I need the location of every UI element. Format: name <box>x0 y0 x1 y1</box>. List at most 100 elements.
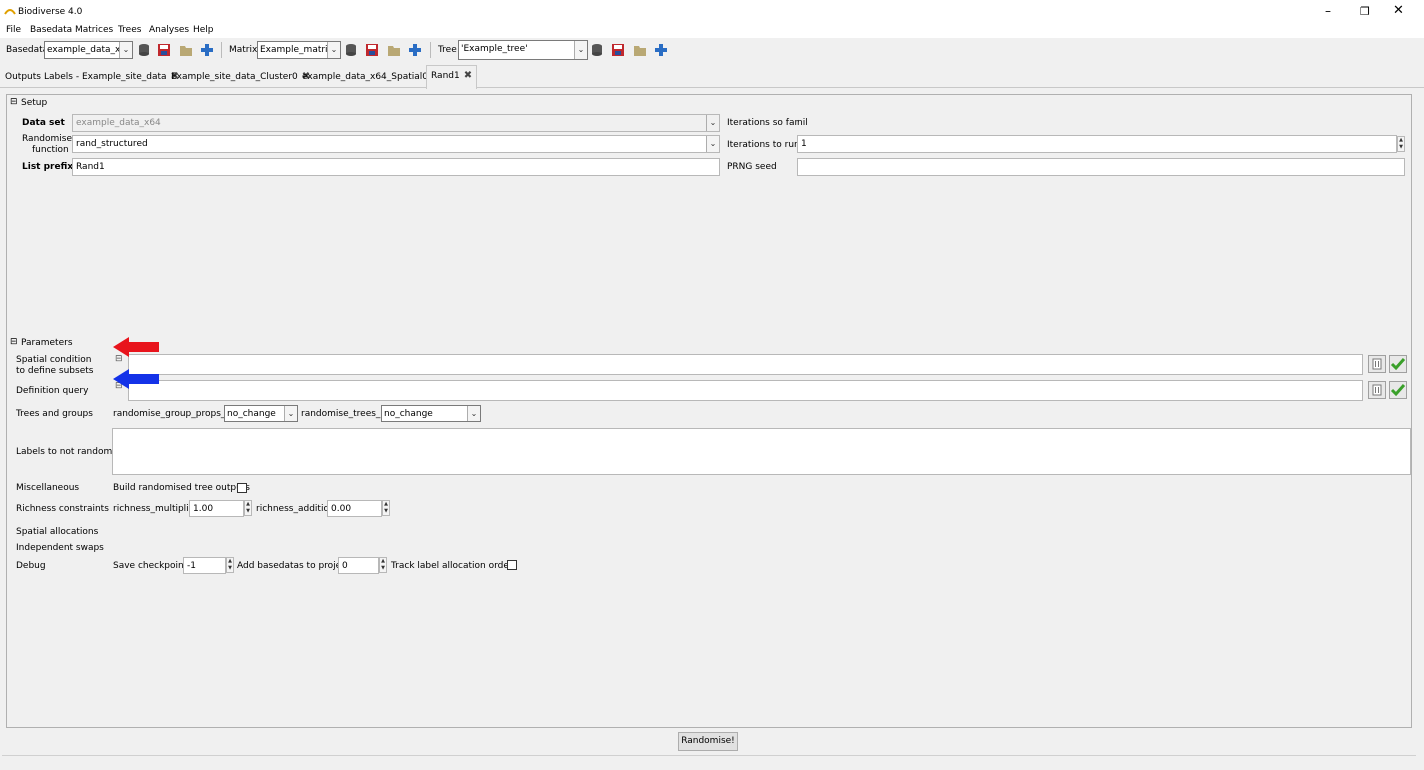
build-randomised-tree-outputs-checkbox[interactable] <box>237 483 247 493</box>
title-bar: Biodiverse 4.0 – ❐ ✕ <box>0 0 1424 22</box>
checkmark-icon <box>1390 358 1406 371</box>
setup-section-label: Setup <box>21 98 48 108</box>
randomise-trees-by-value: no_change <box>384 409 433 419</box>
iterations-to-run-value: 1 <box>801 139 807 149</box>
add-basedatas-stepper[interactable]: ▲ ▼ <box>379 557 387 573</box>
chevron-down-icon: ⌄ <box>574 41 587 59</box>
add-icon[interactable] <box>654 43 668 57</box>
save-checkpoints-value: -1 <box>187 561 196 571</box>
definition-query-verify-button[interactable] <box>1389 381 1407 399</box>
save-icon[interactable] <box>157 43 171 57</box>
list-prefix-input[interactable]: Rand1 <box>72 158 720 176</box>
richness-multiplier-value: 1.00 <box>193 504 214 514</box>
tab-label: Example_site_data_Cluster0 <box>171 72 298 82</box>
iterations-to-run-stepper[interactable]: ▲ ▼ <box>1397 136 1405 152</box>
menu-matrices[interactable]: Matrices <box>75 25 113 35</box>
menu-basedata[interactable]: Basedata <box>30 25 72 35</box>
close-tab-icon[interactable]: ✖ <box>464 70 472 81</box>
debug-label: Debug <box>16 561 46 571</box>
close-window-button[interactable]: ✕ <box>1393 3 1404 18</box>
definition-query-options-button[interactable] <box>1368 381 1386 399</box>
add-basedatas-value: 0 <box>342 561 348 571</box>
add-icon[interactable] <box>408 43 422 57</box>
spatial-allocations-label[interactable]: Spatial allocations <box>16 527 98 537</box>
track-label-allocation-checkbox[interactable] <box>507 560 517 570</box>
iterations-so-far-label: Iterations so far <box>727 118 799 128</box>
add-basedatas-label: Add basedatas to project <box>237 561 350 571</box>
database-icon[interactable] <box>344 43 358 57</box>
menu-file[interactable]: File <box>6 25 21 35</box>
chevron-down-icon: ⌄ <box>284 406 297 421</box>
save-checkpoints-input[interactable]: -1 <box>183 557 226 574</box>
track-label-allocation-label: Track label allocation order? <box>391 561 518 571</box>
labels-not-randomise-label: Labels to not randomise <box>16 447 125 457</box>
randomise-button[interactable]: Randomise! <box>678 732 738 751</box>
blue-arrow-annotation-icon <box>113 369 159 389</box>
save-icon[interactable] <box>365 43 379 57</box>
window-title: Biodiverse 4.0 <box>18 7 83 17</box>
randomise-trees-by-label: randomise_trees_by <box>301 409 392 419</box>
tab-outputs[interactable]: Outputs <box>1 67 45 87</box>
tab-example-site-data-cluster0[interactable]: Example_site_data_Cluster0 ✖ <box>167 67 314 87</box>
spatial-condition-label-1: Spatial condition <box>16 355 92 365</box>
iterations-to-run-label: Iterations to run <box>727 140 800 150</box>
richness-addition-input[interactable]: 0.00 <box>327 500 382 517</box>
list-prefix-value: Rand1 <box>76 162 105 172</box>
richness-addition-value: 0.00 <box>331 504 352 514</box>
add-icon[interactable] <box>200 43 214 57</box>
iterations-to-run-input[interactable]: 1 <box>797 135 1397 153</box>
options-icon <box>1372 358 1382 370</box>
folder-open-icon[interactable] <box>179 43 193 57</box>
folder-open-icon[interactable] <box>387 43 401 57</box>
randomise-group-props-by-select[interactable]: no_change ⌄ <box>224 405 298 422</box>
labels-not-randomise-textarea[interactable] <box>112 428 1411 475</box>
database-icon[interactable] <box>137 43 151 57</box>
richness-addition-stepper[interactable]: ▲ ▼ <box>382 500 390 516</box>
iterations-so-far-value: nil <box>797 118 808 128</box>
matrix-label: Matrix <box>229 45 258 55</box>
spatial-condition-options-button[interactable] <box>1368 355 1386 373</box>
tree-label: Tree <box>438 45 457 55</box>
toolbar-separator <box>430 42 431 58</box>
definition-query-input[interactable] <box>128 380 1363 401</box>
independent-swaps-label[interactable]: Independent swaps <box>16 543 104 553</box>
chevron-down-icon: ⌄ <box>706 115 719 131</box>
spatial-condition-verify-button[interactable] <box>1389 355 1407 373</box>
richness-multiplier-stepper[interactable]: ▲ ▼ <box>244 500 252 516</box>
matrix-select[interactable]: Example_matrix ⌄ <box>257 41 341 59</box>
parameters-section-label: Parameters <box>21 338 73 348</box>
toolbar-separator <box>221 42 222 58</box>
tab-example-data-x64-spatial0[interactable]: example_data_x64_Spatial0✖ <box>298 67 444 87</box>
randomise-group-props-by-value: no_change <box>227 409 276 419</box>
tree-select[interactable]: 'Example_tree' ⌄ <box>458 40 588 60</box>
tab-rand1[interactable]: Rand1 ✖ <box>426 65 478 89</box>
menu-help[interactable]: Help <box>193 25 214 35</box>
chevron-down-icon: ⌄ <box>706 136 719 152</box>
list-prefix-label: List prefix <box>22 162 74 172</box>
biodiverse-logo-icon <box>4 9 16 15</box>
menu-analyses[interactable]: Analyses <box>149 25 189 35</box>
restore-button[interactable]: ❐ <box>1360 5 1370 18</box>
checkmark-icon <box>1390 384 1406 397</box>
tab-labels-example-site-data[interactable]: Labels - Example_site_data ✖ <box>40 67 183 87</box>
minimize-button[interactable]: – <box>1325 4 1331 18</box>
save-icon[interactable] <box>611 43 625 57</box>
setup-collapse-icon[interactable]: ⊟ <box>10 97 18 107</box>
database-icon[interactable] <box>590 43 604 57</box>
prng-seed-input[interactable] <box>797 158 1405 176</box>
randomise-trees-by-select[interactable]: no_change ⌄ <box>381 405 481 422</box>
chevron-down-icon: ⌄ <box>327 42 340 58</box>
parameters-collapse-icon[interactable]: ⊟ <box>10 337 18 347</box>
save-checkpoints-stepper[interactable]: ▲ ▼ <box>226 557 234 573</box>
folder-open-icon[interactable] <box>633 43 647 57</box>
randomise-function-select[interactable]: rand_structured ⌄ <box>72 135 720 153</box>
toolbar: Basedata example_data_x64 ⌄ Matrix Examp… <box>0 38 1424 62</box>
menu-trees[interactable]: Trees <box>118 25 141 35</box>
build-randomised-tree-outputs-label: Build randomised tree outputs <box>113 483 250 493</box>
randomise-group-props-by-label: randomise_group_props_by <box>113 409 237 419</box>
add-basedatas-input[interactable]: 0 <box>338 557 379 574</box>
spatial-condition-input[interactable] <box>128 354 1363 375</box>
basedata-select[interactable]: example_data_x64 ⌄ <box>44 41 133 59</box>
spatial-condition-label-2: to define subsets <box>16 366 94 376</box>
richness-multiplier-input[interactable]: 1.00 <box>189 500 244 517</box>
